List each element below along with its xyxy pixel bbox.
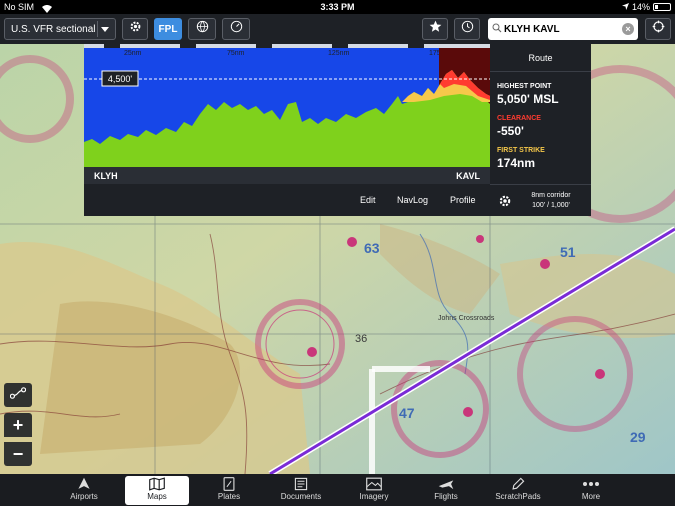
destination-label: KAVL xyxy=(456,171,480,181)
track-up-button[interactable] xyxy=(645,18,671,40)
map-label-johns: Johns Crossroads xyxy=(438,315,495,322)
map-label-63: 63 xyxy=(364,240,380,256)
globe-icon xyxy=(196,20,209,38)
first-strike-value: 174nm xyxy=(497,156,536,170)
imagery-icon xyxy=(342,476,406,492)
tab-documents-label: Documents xyxy=(280,492,322,501)
zoom-out-button[interactable]: − xyxy=(4,442,32,466)
compass-icon xyxy=(652,20,665,38)
map-icon xyxy=(125,476,189,492)
gauge-icon xyxy=(230,20,243,38)
highest-point-section: HIGHEST POINT 5,050' MSL xyxy=(490,83,591,106)
gear-icon[interactable] xyxy=(498,194,512,213)
top-toolbar: U.S. VFR sectional FPL KLYH KAVL × xyxy=(0,14,675,44)
tab-flights[interactable]: Flights xyxy=(414,476,478,505)
tab-scratchpads-label: ScratchPads xyxy=(495,492,541,501)
map-settings-button[interactable] xyxy=(122,18,148,40)
tab-navlog[interactable]: NavLog xyxy=(397,195,428,205)
map-label-36: 36 xyxy=(355,333,368,345)
profile-endpoints: KLYH KAVL xyxy=(84,167,490,184)
tab-airports[interactable]: Airports xyxy=(52,476,116,505)
airport-icon xyxy=(52,476,116,492)
favorites-button[interactable] xyxy=(422,18,448,40)
search-value: KLYH KAVL xyxy=(504,23,560,35)
highest-point-value: 5,050' MSL xyxy=(497,92,559,106)
corridor-clearance: 100' / 1,000' xyxy=(532,202,570,209)
chevron-down-icon xyxy=(101,24,109,35)
route-nodes-icon xyxy=(9,386,27,404)
map-label-47: 47 xyxy=(399,405,415,421)
bottom-tab-bar: Airports Maps Plates Documents Imagery F… xyxy=(0,474,675,506)
profile-tab-bar: Edit NavLog Profile xyxy=(84,184,490,216)
route-edit-button[interactable] xyxy=(4,383,32,407)
status-bar: No SIM 3:33 PM 14% xyxy=(0,0,675,14)
tab-flights-label: Flights xyxy=(434,492,458,501)
tick-label-25nm: 25nm xyxy=(124,50,142,57)
clearance-value: -550' xyxy=(497,124,524,138)
tick-label-125nm: 125nm xyxy=(328,50,350,57)
tab-profile[interactable]: Profile xyxy=(450,195,476,205)
battery-percent: 14% xyxy=(631,2,650,12)
gear-icon xyxy=(129,20,142,38)
terrain-profile-chart[interactable]: 25nm 75nm 125nm 175nm 4,500' xyxy=(84,44,490,167)
tab-more-label: More xyxy=(581,492,601,501)
clearance-section: CLEARANCE -550' xyxy=(490,115,591,138)
tab-plates-label: Plates xyxy=(217,492,241,501)
profile-panel: 25nm 75nm 125nm 175nm 4,500' KLYH KAVL E… xyxy=(84,44,490,216)
tab-documents[interactable]: Documents xyxy=(269,476,333,505)
highest-point-label: HIGHEST POINT xyxy=(497,83,552,90)
location-arrow-icon xyxy=(621,0,629,14)
clock-icon xyxy=(461,20,474,38)
corridor-width: 8nm corridor xyxy=(531,192,571,199)
clock-time: 3:33 PM xyxy=(320,2,355,12)
map-layer-label: U.S. VFR sectional xyxy=(11,23,96,35)
tab-plates[interactable]: Plates xyxy=(197,476,261,505)
tab-imagery[interactable]: Imagery xyxy=(342,476,406,505)
map-label-29: 29 xyxy=(630,429,646,445)
pencil-icon xyxy=(486,476,550,492)
tab-more[interactable]: More xyxy=(559,476,623,505)
tick-label-75nm: 75nm xyxy=(227,50,245,57)
tab-edit[interactable]: Edit xyxy=(360,195,376,205)
status-right: 14% xyxy=(621,0,671,14)
departure-label: KLYH xyxy=(94,171,118,181)
fpl-button[interactable]: FPL xyxy=(154,18,182,40)
first-strike-section: FIRST STRIKE 174nm xyxy=(490,147,591,170)
tab-scratchpads[interactable]: ScratchPads xyxy=(486,476,550,505)
battery-icon xyxy=(653,3,671,11)
timer-button[interactable] xyxy=(222,18,250,40)
plates-icon xyxy=(197,476,261,492)
altitude-marker[interactable]: 4,500' xyxy=(108,74,133,84)
clearance-label: CLEARANCE xyxy=(497,115,541,122)
zoom-in-button[interactable]: + xyxy=(4,413,32,437)
route-title[interactable]: Route xyxy=(490,44,591,72)
map-label-51: 51 xyxy=(560,244,576,260)
plus-icon: + xyxy=(12,414,24,435)
clear-search-icon[interactable]: × xyxy=(622,23,634,35)
layers-button[interactable] xyxy=(188,18,216,40)
first-strike-label: FIRST STRIKE xyxy=(497,147,545,154)
tab-airports-label: Airports xyxy=(70,492,98,501)
recent-button[interactable] xyxy=(454,18,480,40)
documents-icon xyxy=(269,476,333,492)
tab-maps[interactable]: Maps xyxy=(125,476,189,505)
tab-imagery-label: Imagery xyxy=(359,492,389,501)
search-icon xyxy=(492,23,502,36)
corridor-settings[interactable]: 8nm corridor 100' / 1,000' xyxy=(490,184,591,216)
search-input[interactable]: KLYH KAVL × xyxy=(488,18,638,40)
fpl-label: FPL xyxy=(158,23,178,35)
minus-icon: − xyxy=(12,443,24,464)
star-icon xyxy=(429,20,442,38)
more-dots-icon xyxy=(559,476,623,492)
route-info-panel: Route HIGHEST POINT 5,050' MSL CLEARANCE… xyxy=(490,44,591,216)
tab-maps-label: Maps xyxy=(147,492,167,501)
plane-icon xyxy=(414,476,478,492)
map-layer-select[interactable]: U.S. VFR sectional xyxy=(4,18,116,40)
